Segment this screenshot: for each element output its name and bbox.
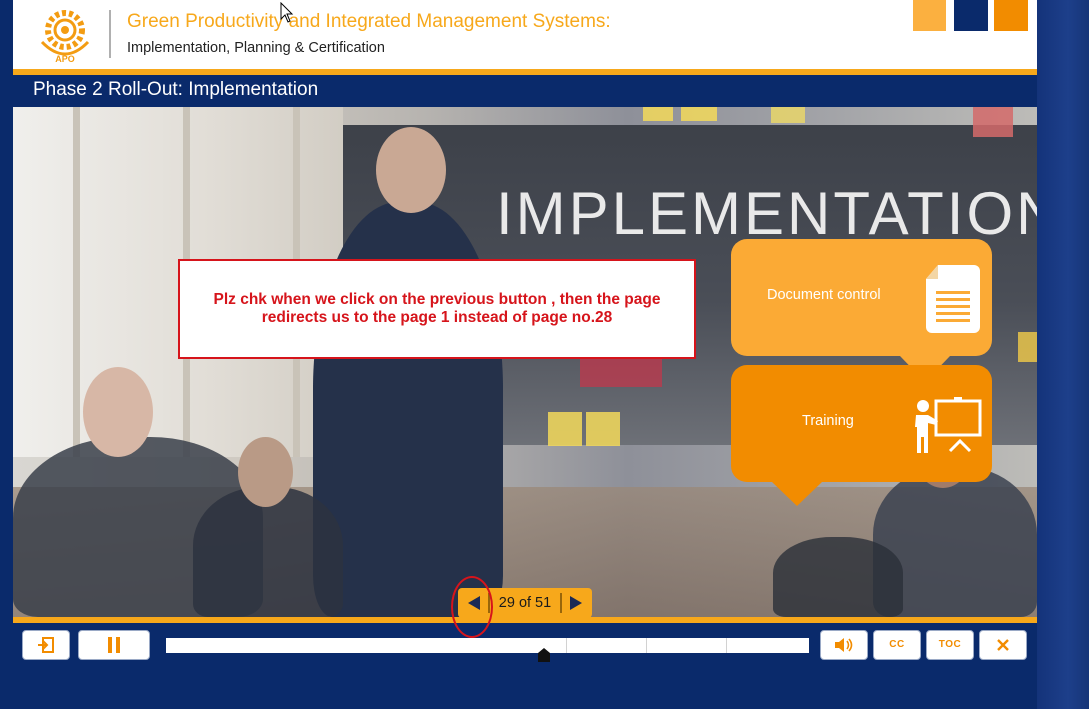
slide-stage: IMPLEMENTATION <box>13 107 1037 617</box>
mouse-cursor-icon <box>280 2 294 23</box>
apo-logo: APO <box>40 10 90 64</box>
exit-button[interactable] <box>22 630 70 660</box>
exit-icon <box>38 637 54 653</box>
annotation-line-1: Plz chk when we click on the previous bu… <box>213 291 661 308</box>
presenter-board-icon <box>915 397 982 453</box>
decor-square <box>913 0 946 31</box>
side-background <box>1037 0 1089 709</box>
close-button[interactable] <box>979 630 1027 660</box>
next-page-button[interactable] <box>562 588 590 618</box>
training-label: Training <box>802 413 854 429</box>
progress-scrubber[interactable] <box>538 648 550 662</box>
logo-text: APO <box>55 54 75 64</box>
volume-button[interactable] <box>820 630 868 660</box>
header-accent-bar <box>13 69 1037 75</box>
volume-icon <box>835 638 853 652</box>
course-title: Green Productivity and Integrated Manage… <box>127 11 611 32</box>
annotation-line-2: redirects us to the page 1 instead of pa… <box>261 309 613 326</box>
close-icon <box>997 639 1009 651</box>
closed-captions-button[interactable]: CC <box>873 630 921 660</box>
slide-title: Phase 2 Roll-Out: Implementation <box>33 79 319 100</box>
toc-button[interactable]: TOC <box>926 630 974 660</box>
annotation-oval <box>451 576 493 638</box>
decor-square <box>994 0 1028 31</box>
progress-bar[interactable] <box>166 638 809 653</box>
pause-icon <box>108 637 120 653</box>
pause-button[interactable] <box>78 630 150 660</box>
course-header: APO Green Productivity and Integrated Ma… <box>13 0 1037 69</box>
decor-square <box>954 0 988 31</box>
cc-label: CC <box>889 639 905 650</box>
document-control-label: Document control <box>767 287 881 303</box>
document-control-bubble[interactable]: Document control <box>731 239 992 356</box>
board-text: IMPLEMENTATION <box>496 180 1037 247</box>
document-icon <box>926 265 980 333</box>
header-divider <box>109 10 111 58</box>
course-subtitle: Implementation, Planning & Certification <box>127 40 385 56</box>
annotation-callout: Plz chk when we click on the previous bu… <box>178 259 696 359</box>
training-bubble[interactable]: Training <box>731 365 992 482</box>
page-counter: 29 of 51 <box>498 595 552 611</box>
bubble-tail <box>772 482 822 506</box>
toc-label: TOC <box>938 639 962 650</box>
